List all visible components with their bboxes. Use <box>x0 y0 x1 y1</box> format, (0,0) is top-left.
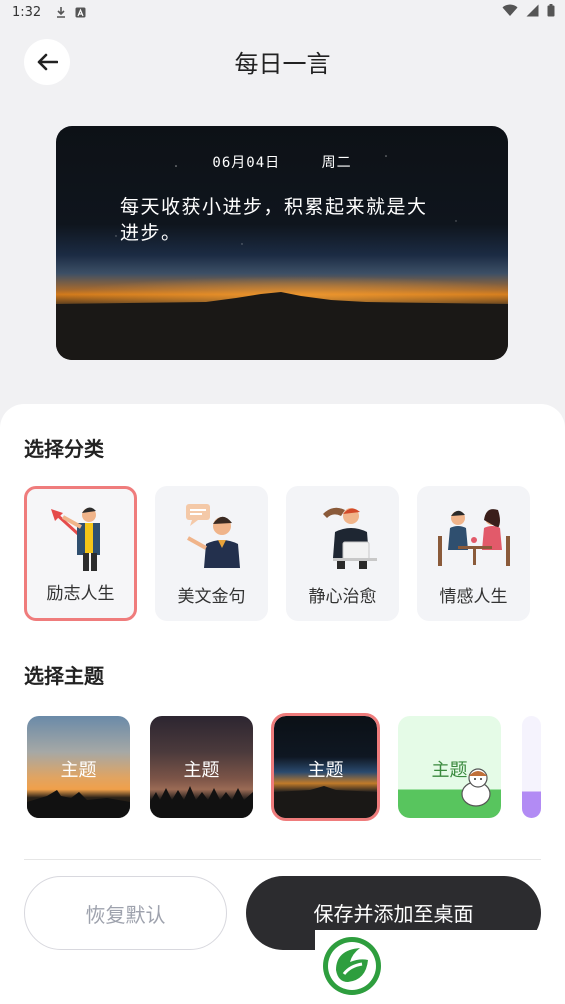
quote-preview-card: 06月04日 周二 每天收获小进步，积累起来就是大进步。 <box>56 126 508 360</box>
theme-card-purple-partial[interactable] <box>522 716 541 818</box>
theme-label: 主题 <box>183 760 220 781</box>
love-illustration <box>437 509 510 566</box>
app-logo-icon <box>323 937 381 995</box>
reset-button-label: 恢复默认 <box>85 902 166 927</box>
category-label: 情感人生 <box>439 587 508 607</box>
divider <box>24 859 541 860</box>
category-card-calm[interactable]: 静心治愈 <box>286 486 399 621</box>
theme-card-green-cartoon[interactable]: 主题 <box>398 716 501 818</box>
category-label: 美文金句 <box>177 587 246 607</box>
calm-illustration <box>322 507 377 569</box>
theme-card-night-horizon[interactable]: 主题 <box>271 713 380 821</box>
category-card-inspiration[interactable]: 励志人生 <box>24 486 137 621</box>
status-bar: 1:32 <box>0 0 565 24</box>
quotes-illustration <box>185 504 240 568</box>
theme-label: 主题 <box>60 760 97 781</box>
category-label: 励志人生 <box>46 584 115 604</box>
save-button-label: 保存并添加至桌面 <box>313 901 474 926</box>
wifi-icon <box>502 4 518 16</box>
category-label: 静心治愈 <box>308 587 377 607</box>
card-date-line: 06月04日 周二 <box>56 152 508 172</box>
card-date: 06月04日 <box>212 155 281 171</box>
status-time: 1:32 <box>12 4 42 20</box>
theme-card-sunset[interactable]: 主题 <box>27 716 130 818</box>
theme-label: 主题 <box>307 760 344 781</box>
download-icon <box>57 7 66 18</box>
category-section-title: 选择分类 <box>24 437 104 461</box>
category-card-quotes[interactable]: 美文金句 <box>155 486 268 621</box>
category-card-love[interactable]: 情感人生 <box>417 486 530 621</box>
theme-card-dusk-forest[interactable]: 主题 <box>150 716 253 818</box>
theme-section-title: 选择主题 <box>24 664 104 688</box>
card-quote: 每天收获小进步，积累起来就是大进步。 <box>120 196 428 244</box>
signal-icon <box>526 4 539 17</box>
theme-label: 主题 <box>431 760 468 781</box>
inspiration-illustration <box>50 507 100 571</box>
page-title: 每日一言 <box>234 50 331 78</box>
reset-default-button[interactable]: 恢复默认 <box>24 876 227 950</box>
card-weekday: 周二 <box>321 155 352 171</box>
app-a-icon <box>75 7 86 17</box>
battery-icon <box>547 4 555 17</box>
